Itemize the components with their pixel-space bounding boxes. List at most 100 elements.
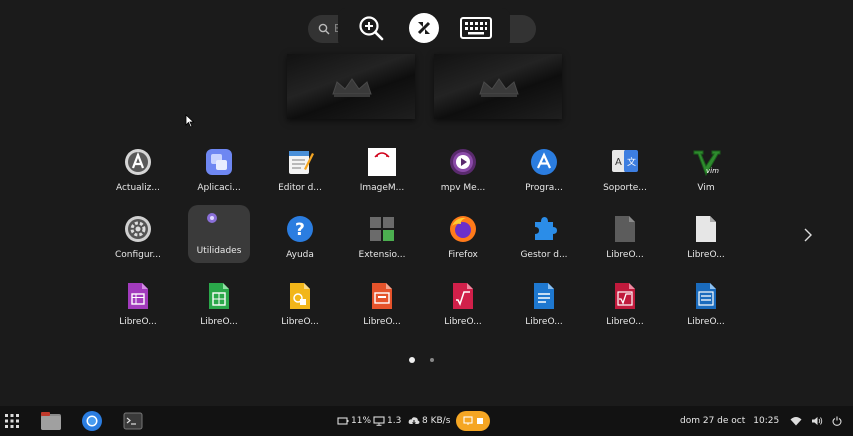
clock[interactable]: dom 27 de oct 10:25: [680, 406, 779, 436]
dock-terminal[interactable]: [123, 406, 145, 436]
app-libreoffice-calc[interactable]: LibreO...: [188, 276, 250, 334]
system-tray[interactable]: [790, 406, 842, 436]
wifi-icon: [790, 417, 802, 426]
libreoffice-math-icon: [453, 283, 473, 309]
battery-indicator[interactable]: 11%: [337, 406, 371, 436]
app-applications[interactable]: Aplicaci...: [188, 142, 250, 200]
app-label: mpv Me...: [440, 183, 486, 193]
vim-icon: vim: [693, 150, 721, 177]
remote-desktop-button[interactable]: [407, 12, 441, 44]
keyboard-button[interactable]: [459, 12, 493, 44]
app-imagemagick[interactable]: ImageM...: [351, 142, 413, 200]
search-icon: [318, 23, 330, 35]
libreoffice-writer-icon: [696, 283, 716, 309]
workspace-thumbnail-1[interactable]: [287, 54, 415, 119]
network-speed-indicator[interactable]: 8 KB/s: [408, 406, 450, 436]
app-firefox[interactable]: Firefox: [432, 209, 494, 267]
svg-text:A: A: [615, 157, 622, 168]
settings-icon: [125, 216, 151, 242]
dock-files[interactable]: [40, 406, 62, 436]
utilities-folder-icon: [207, 213, 217, 223]
app-label: LibreO...: [606, 250, 644, 260]
screen-share-icon: [462, 416, 473, 425]
app-mpv-media-player[interactable]: mpv Me...: [432, 142, 494, 200]
load-indicator[interactable]: 1.3: [373, 406, 401, 436]
date-text: dom 27 de oct: [680, 416, 746, 426]
app-label: Utilidades: [196, 246, 242, 256]
libreoffice-draw-icon: [290, 283, 310, 309]
app-libreoffice-math[interactable]: LibreO...: [432, 276, 494, 334]
battery-icon: [337, 417, 349, 425]
terminal-icon: [123, 412, 143, 430]
next-page-button[interactable]: [800, 224, 816, 246]
volume-icon: [812, 417, 823, 425]
svg-text:?: ?: [295, 220, 305, 240]
battery-text: 11%: [351, 416, 372, 426]
software-updater-icon: [125, 149, 151, 175]
app-text-editor[interactable]: Editor d...: [269, 142, 331, 200]
app-settings[interactable]: Configur...: [107, 209, 169, 267]
page-indicator-2[interactable]: [430, 358, 434, 362]
zoom-in-button[interactable]: [354, 12, 388, 44]
page-indicator-1[interactable]: [409, 357, 415, 363]
app-label: LibreO...: [119, 317, 157, 327]
monitor-icon: [373, 416, 385, 426]
app-libreoffice-impress[interactable]: LibreO...: [351, 276, 413, 334]
dock-chromium[interactable]: [81, 406, 103, 436]
chevron-right-icon: [804, 228, 812, 242]
app-label: LibreO...: [363, 317, 401, 327]
app-label: LibreO...: [200, 317, 238, 327]
libreoffice-document-icon: [696, 216, 716, 242]
crown-wallpaper-icon: [332, 78, 372, 97]
app-libreoffice[interactable]: LibreO...: [594, 209, 656, 267]
text-editor-icon: [289, 151, 314, 174]
mpv-media-player-icon: [450, 149, 476, 175]
app-label: Vim: [697, 183, 715, 193]
app-label: Gestor d...: [520, 250, 568, 260]
app-libreoffice-writer-2[interactable]: LibreO...: [675, 276, 737, 334]
libreoffice-impress-icon: [372, 283, 392, 309]
grid-icon: [5, 414, 19, 428]
app-label: LibreO...: [687, 317, 725, 327]
app-libreoffice-draw[interactable]: LibreO...: [269, 276, 331, 334]
app-libreoffice-document[interactable]: LibreO...: [675, 209, 737, 267]
app-extensions[interactable]: Extensio...: [351, 209, 413, 267]
app-label: Aplicaci...: [197, 183, 241, 193]
screen-share-indicator[interactable]: [456, 406, 490, 436]
applications-icon: [206, 149, 232, 175]
app-label: Editor d...: [278, 183, 322, 193]
app-libreoffice-base[interactable]: LibreO...: [107, 276, 169, 334]
stop-icon: [476, 418, 483, 424]
imagemagick-icon: [368, 148, 396, 176]
remote-desktop-icon: [409, 13, 439, 43]
app-software-updater[interactable]: Actualiz...: [107, 142, 169, 200]
app-label: LibreO...: [687, 250, 725, 260]
network-speed-text: 8 KB/s: [422, 416, 451, 426]
workspace-thumbnail-2[interactable]: [434, 54, 562, 119]
firefox-icon: [450, 216, 476, 242]
app-language-support[interactable]: A 文 Soporte...: [594, 142, 656, 200]
app-extension-manager[interactable]: Gestor d...: [513, 209, 575, 267]
app-label: Configur...: [114, 250, 162, 260]
app-vim[interactable]: vim Vim: [675, 142, 737, 200]
app-help[interactable]: ? Ayuda: [269, 209, 331, 267]
cloud-download-icon: [408, 417, 420, 425]
app-software[interactable]: Progra...: [513, 142, 575, 200]
chromium-icon: [82, 411, 102, 431]
app-label: LibreO...: [281, 317, 319, 327]
app-libreoffice-math-2[interactable]: LibreO...: [594, 276, 656, 334]
app-label: Actualiz...: [115, 183, 160, 193]
extension-manager-icon: [535, 217, 557, 240]
libreoffice-writer-icon: [534, 283, 554, 309]
app-grid-button[interactable]: [4, 406, 22, 436]
crown-wallpaper-icon: [479, 78, 519, 97]
help-icon: ?: [287, 216, 313, 242]
libreoffice-icon: [615, 216, 635, 242]
app-label: LibreO...: [444, 317, 482, 327]
extensions-icon: [370, 217, 394, 241]
software-icon: [531, 149, 557, 175]
app-folder-utilities[interactable]: Utilidades: [188, 205, 250, 263]
time-text: 10:25: [753, 416, 780, 426]
app-libreoffice-writer[interactable]: LibreO...: [513, 276, 575, 334]
app-label: LibreO...: [606, 317, 644, 327]
